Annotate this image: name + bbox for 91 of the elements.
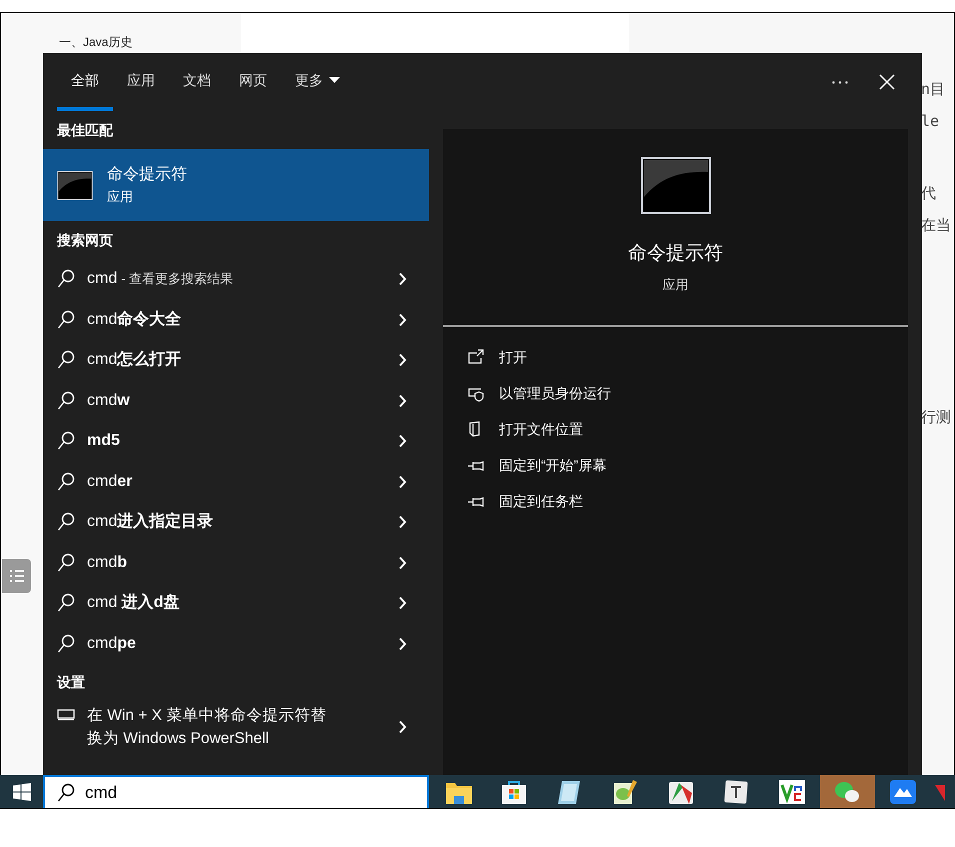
- search-filter-tab[interactable]: 全部: [57, 53, 113, 111]
- action-item[interactable]: 固定到“开始”屏幕: [467, 447, 908, 483]
- search-filter-tab[interactable]: 应用: [113, 53, 169, 111]
- windows-logo-icon: [12, 782, 30, 800]
- chevron-right-icon: [398, 596, 407, 610]
- code-fragment: n目: [921, 79, 946, 100]
- best-match-item[interactable]: 命令提示符 应用: [43, 149, 429, 221]
- action-label: 以管理员身份运行: [499, 384, 611, 402]
- chevron-right-icon: [398, 353, 407, 368]
- document-app-icon: [722, 778, 750, 804]
- web-search-suggestion[interactable]: cmdb: [43, 542, 429, 583]
- suggestion-text: cmdpe: [87, 634, 136, 652]
- web-search-suggestion[interactable]: cmd 进入d盘: [43, 583, 429, 624]
- suggestion-text: cmdb: [87, 554, 128, 571]
- caret-down-icon: [329, 77, 340, 83]
- suggestion-text: cmdw: [87, 392, 130, 409]
- chevron-right-icon: [398, 434, 407, 448]
- search-icon: [57, 512, 75, 532]
- search-icon: [57, 472, 75, 492]
- search-icon: [57, 634, 75, 654]
- web-search-suggestion[interactable]: cmd怎么打开: [43, 340, 429, 380]
- terminal-icon: [57, 170, 93, 200]
- action-item[interactable]: 以管理员身份运行: [467, 375, 908, 411]
- search-field-value: cmd: [85, 782, 118, 804]
- settings-text: 在 Win + X 菜单中将命令提示符替换为 Windows PowerShell: [87, 706, 328, 749]
- search-field[interactable]: cmd: [43, 775, 429, 808]
- search-icon: [57, 310, 75, 330]
- web-search-suggestion[interactable]: cmdw: [43, 380, 429, 421]
- suggestion-text: cmd命令大全: [87, 310, 182, 328]
- suggestion-text: cmd怎么打开: [87, 351, 182, 368]
- chevron-right-icon: [398, 556, 407, 570]
- app-name: 命令提示符: [107, 166, 187, 184]
- action-label: 打开文件位置: [499, 420, 583, 438]
- chevron-right-icon: [398, 636, 407, 651]
- code-fragment: le: [921, 111, 940, 132]
- store-icon: [500, 778, 528, 804]
- action-item[interactable]: 固定到任务栏: [467, 483, 908, 519]
- web-search-suggestion[interactable]: cmder: [43, 462, 429, 502]
- action-item[interactable]: 打开文件位置: [467, 411, 908, 447]
- suggestion-text: cmd进入指定目录: [87, 513, 214, 530]
- notepad-icon: [611, 778, 640, 804]
- code-fragment: 行测: [921, 407, 951, 428]
- web-search-suggestion[interactable]: md5: [43, 421, 429, 462]
- terminal-icon: [640, 157, 710, 214]
- code-fragment: 代: [921, 183, 936, 204]
- cloud-app-icon: [888, 778, 917, 804]
- search-filter-tab[interactable]: 文档: [169, 53, 225, 111]
- web-search-suggestion[interactable]: cmd进入指定目录: [43, 502, 429, 542]
- ellipsis-icon: [832, 80, 848, 84]
- suggestion-text: cmd 进入d盘: [87, 594, 180, 612]
- search-filter-tab[interactable]: 网页: [225, 53, 281, 111]
- chevron-right-icon: [398, 720, 407, 734]
- search-filter-tab[interactable]: 更多: [281, 53, 354, 111]
- search-icon: [57, 390, 75, 411]
- chevron-right-icon: [398, 272, 407, 286]
- chevron-right-icon: [398, 312, 407, 327]
- search-icon: [57, 593, 75, 614]
- display-icon: [57, 709, 75, 721]
- search-icon: [57, 552, 75, 573]
- web-search-suggestion[interactable]: cmd命令大全: [43, 300, 429, 340]
- action-label: 打开: [499, 348, 527, 366]
- web-search-suggestion[interactable]: cmdpe: [43, 624, 429, 664]
- search-icon: [57, 782, 75, 802]
- web-search-suggestion[interactable]: cmd - 查看更多搜索结果: [43, 259, 429, 300]
- search-icon: [57, 269, 75, 290]
- action-item[interactable]: 打开: [467, 339, 908, 375]
- section-heading: 搜索网页: [57, 230, 113, 250]
- section-heading: 最佳匹配: [57, 120, 113, 140]
- section-heading: 设置: [57, 672, 85, 692]
- suggestion-text: cmder: [87, 472, 132, 490]
- search-icon: [57, 350, 75, 370]
- suggestion-hint: - 查看更多搜索结果: [121, 271, 234, 286]
- toc-item[interactable]: 一、Java历史: [59, 35, 132, 49]
- detail-app-name: 命令提示符: [628, 242, 723, 266]
- chevron-right-icon: [398, 474, 407, 489]
- search-icon: [57, 431, 75, 452]
- suggestion-text: md5: [87, 432, 120, 450]
- settings-result[interactable]: 在 Win + X 菜单中将命令提示符替换为 Windows PowerShell: [43, 700, 429, 754]
- code-fragment: 在当: [921, 215, 951, 236]
- chevron-right-icon: [398, 515, 407, 530]
- close-icon: [879, 74, 895, 90]
- action-label: 固定到“开始”屏幕: [499, 456, 606, 474]
- detail-app-type: 应用: [662, 276, 688, 294]
- chevron-right-icon: [398, 394, 407, 408]
- open-window-icon: [467, 348, 485, 366]
- list-icon: [8, 569, 24, 583]
- action-label: 固定到任务栏: [499, 492, 583, 510]
- suggestion-text: cmd: [87, 270, 118, 288]
- toc-toggle-button[interactable]: [2, 559, 31, 593]
- remote-app-icon: [778, 778, 806, 804]
- app-type: 应用: [107, 190, 134, 204]
